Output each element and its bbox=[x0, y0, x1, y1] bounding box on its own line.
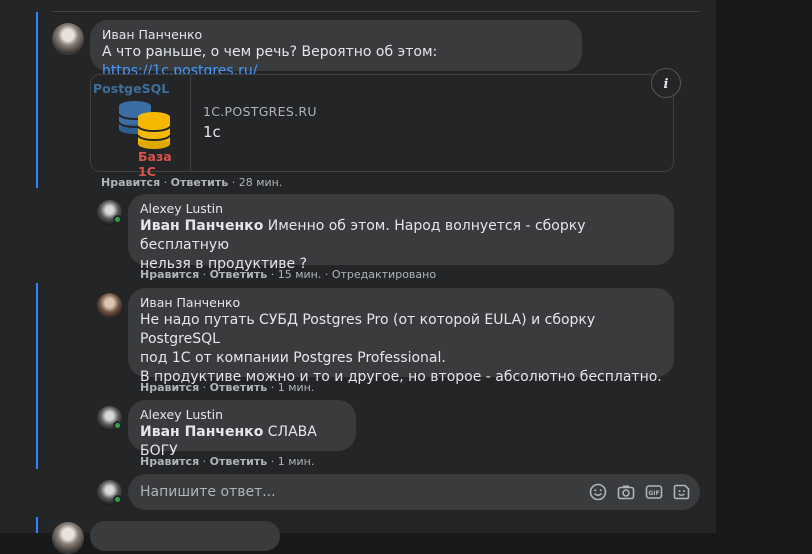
like-link[interactable]: Нравится bbox=[101, 176, 160, 189]
online-status-dot bbox=[113, 215, 122, 224]
thread-line bbox=[36, 517, 38, 533]
separator-dot: · bbox=[202, 455, 207, 468]
separator-dot: · bbox=[202, 268, 207, 281]
like-link[interactable]: Нравится bbox=[140, 455, 199, 468]
comment-author[interactable]: Alexey Lustin bbox=[140, 407, 344, 423]
comment-text-line: Не надо путать СУБД Postgres Pro (от кот… bbox=[140, 312, 596, 347]
reply-link[interactable]: Ответить bbox=[210, 455, 268, 468]
avatar[interactable] bbox=[52, 23, 84, 55]
reply-input[interactable] bbox=[128, 474, 568, 510]
separator-dot: · bbox=[270, 381, 275, 394]
comment-bubble: Alexey Lustin Иван Панченко Именно об эт… bbox=[128, 194, 674, 272]
reply-link[interactable]: Ответить bbox=[210, 381, 268, 394]
separator-dot: · bbox=[231, 176, 236, 189]
thread-line bbox=[36, 283, 38, 469]
comment-author[interactable]: Alexey Lustin bbox=[140, 201, 662, 217]
reply-link[interactable]: Ответить bbox=[171, 176, 229, 189]
svg-text:GIF: GIF bbox=[648, 490, 659, 497]
online-status-dot bbox=[113, 421, 122, 430]
comment-bubble: Alexey Lustin Иван Панченко СЛАВА БОГУ bbox=[128, 400, 356, 459]
comment-actions: Нравится · Ответить · 15 мин. · Отредакт… bbox=[140, 268, 436, 282]
mention[interactable]: Иван Панченко bbox=[140, 424, 263, 440]
timestamp[interactable]: 28 мин. bbox=[239, 176, 283, 189]
like-link[interactable]: Нравится bbox=[140, 268, 199, 281]
online-status-dot bbox=[113, 495, 122, 504]
like-link[interactable]: Нравится bbox=[140, 381, 199, 394]
link-preview-domain: 1C.POSTGRES.RU bbox=[203, 104, 317, 119]
separator-dot: · bbox=[324, 268, 329, 281]
info-icon: i bbox=[664, 77, 669, 90]
comment-text-body: А что раньше, о чем речь? Вероятно об эт… bbox=[102, 44, 438, 60]
timestamp[interactable]: 15 мин. bbox=[278, 268, 322, 281]
comment-author[interactable]: Иван Панченко bbox=[102, 27, 570, 43]
camera-icon[interactable] bbox=[617, 483, 635, 501]
link-preview-title: 1с bbox=[203, 123, 221, 141]
sticker-icon[interactable] bbox=[673, 483, 691, 501]
link-preview-card[interactable]: PostgeSQL База 1С 1C.POSTGRES.RU 1с i bbox=[90, 68, 681, 179]
svg-text:i: i bbox=[664, 77, 669, 90]
separator-dot: · bbox=[270, 455, 275, 468]
timestamp[interactable]: 1 мин. bbox=[278, 455, 315, 468]
reply-link[interactable]: Ответить bbox=[210, 268, 268, 281]
thread-line bbox=[36, 12, 38, 188]
separator-dot: · bbox=[270, 268, 275, 281]
separator-dot: · bbox=[202, 381, 207, 394]
divider bbox=[52, 11, 700, 12]
comment-bubble: Иван Панченко А что раньше, о чем речь? … bbox=[90, 20, 582, 79]
mention[interactable]: Иван Панченко bbox=[140, 218, 263, 234]
edited-label[interactable]: Отредактировано bbox=[332, 268, 436, 281]
reply-composer: GIF bbox=[128, 474, 700, 510]
emoji-icon[interactable] bbox=[589, 483, 607, 501]
comment-text: Иван Панченко Именно об этом. Народ волн… bbox=[140, 217, 662, 255]
info-button[interactable]: i bbox=[651, 68, 681, 98]
comment-author[interactable]: Иван Панченко bbox=[140, 295, 662, 311]
comment-text-line: под 1С от компании Postgres Professional… bbox=[140, 350, 446, 366]
timestamp[interactable]: 1 мин. bbox=[278, 381, 315, 394]
avatar[interactable] bbox=[97, 293, 122, 318]
gif-icon[interactable]: GIF bbox=[645, 483, 663, 501]
comment-bubble bbox=[90, 521, 280, 551]
avatar[interactable] bbox=[52, 522, 84, 554]
link-preview-image: PostgeSQL База 1С bbox=[91, 75, 191, 179]
comment-actions: Нравится · Ответить · 1 мин. bbox=[140, 381, 314, 395]
comment-actions: Нравится · Ответить · 1 мин. bbox=[140, 455, 314, 469]
preview-image-bottom-label: База 1С bbox=[138, 149, 172, 179]
separator-dot: · bbox=[163, 176, 168, 189]
page-background-right bbox=[716, 0, 812, 533]
comment-actions: Нравится · Ответить · 28 мин. bbox=[101, 176, 282, 190]
comment-bubble: Иван Панченко Не надо путать СУБД Postgr… bbox=[128, 288, 674, 385]
